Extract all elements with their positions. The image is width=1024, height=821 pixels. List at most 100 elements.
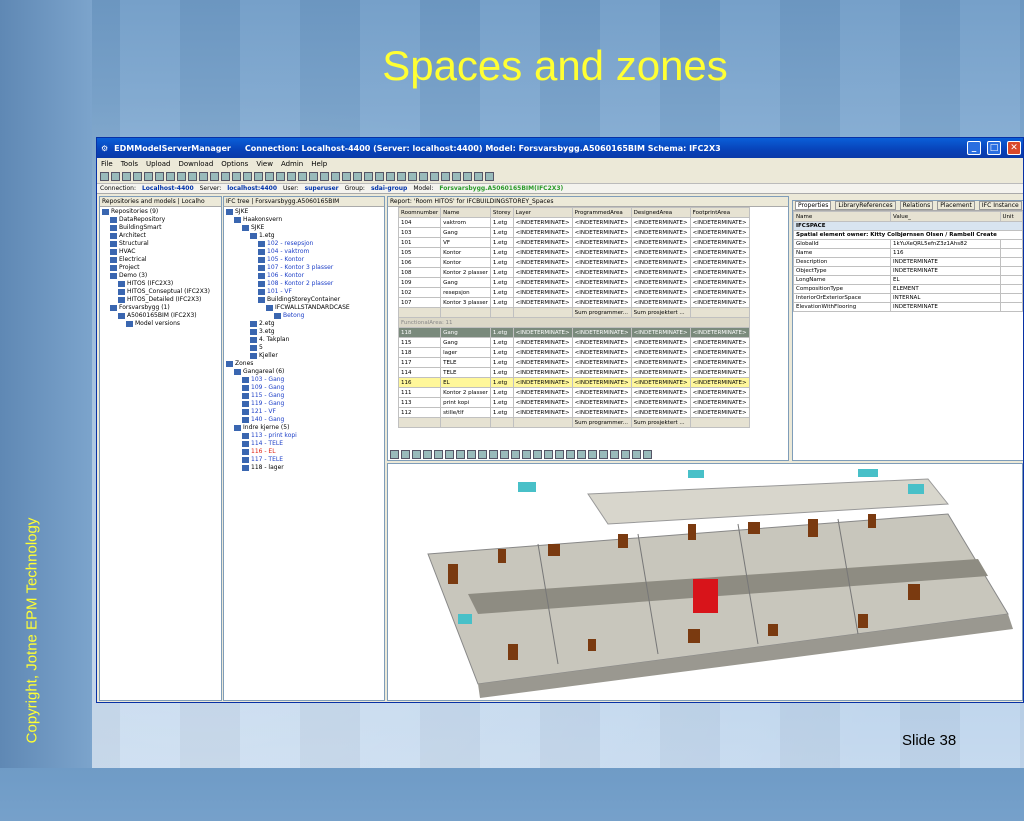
toolbar-button-icon[interactable] xyxy=(331,172,340,181)
minimize-button[interactable]: _ xyxy=(967,141,981,155)
view-tool-icon[interactable] xyxy=(632,450,641,459)
properties-tab[interactable]: Relations xyxy=(899,201,934,210)
tree-node[interactable]: SJKE xyxy=(226,224,382,232)
column-header[interactable]: Layer xyxy=(512,207,573,218)
view-tool-icon[interactable] xyxy=(456,450,465,459)
toolbar-button-icon[interactable] xyxy=(210,172,219,181)
property-row[interactable]: GlobalId 1kYuXeQRL5efnZ3z1Ahs82 xyxy=(793,239,1023,249)
toolbar-button-icon[interactable] xyxy=(276,172,285,181)
tree-node[interactable]: 4. Takplan xyxy=(226,336,382,344)
table-row[interactable]: 116 EL 1.etg <INDETERMINATE> <INDETERMINATE>… xyxy=(397,377,750,388)
tree-node[interactable]: IFCWALLSTANDARDCASE xyxy=(226,304,382,312)
property-row[interactable]: InteriorOrExteriorSpace INTERNAL xyxy=(793,293,1023,303)
tree-node[interactable]: HITOS (IFC2X3) xyxy=(102,280,219,288)
table-row[interactable]: 108 Kontor 2 plasser 1.etg <INDETERMINATE> <… xyxy=(397,267,750,278)
tree-node[interactable]: 102 - resepsjon xyxy=(226,240,382,248)
tree-node[interactable]: 116 - EL xyxy=(226,448,382,456)
view-tool-icon[interactable] xyxy=(467,450,476,459)
tree-node[interactable]: Model versions xyxy=(102,320,219,328)
3d-viewport[interactable] xyxy=(387,463,1023,701)
menu-view[interactable]: View xyxy=(256,160,273,168)
tree-node[interactable]: 1.etg xyxy=(226,232,382,240)
toolbar-button-icon[interactable] xyxy=(441,172,450,181)
view-tool-icon[interactable] xyxy=(401,450,410,459)
tree-node[interactable]: Indre kjerne (5) xyxy=(226,424,382,432)
toolbar-button-icon[interactable] xyxy=(155,172,164,181)
view-tool-icon[interactable] xyxy=(643,450,652,459)
table-row[interactable]: 118 lager 1.etg <INDETERMINATE> <INDETERMINA… xyxy=(397,347,750,358)
tree-node[interactable]: Electrical xyxy=(102,256,219,264)
toolbar-button-icon[interactable] xyxy=(342,172,351,181)
table-row[interactable]: 112 stille/tlf 1.etg <INDETERMINATE> <INDETE… xyxy=(397,407,750,418)
table-row[interactable]: 113 print kopi 1.etg <INDETERMINATE> <INDETE… xyxy=(397,397,750,408)
tree-node[interactable]: 140 - Gang xyxy=(226,416,382,424)
view-tool-icon[interactable] xyxy=(533,450,542,459)
tree-node[interactable]: HVAC xyxy=(102,248,219,256)
toolbar-button-icon[interactable] xyxy=(485,172,494,181)
tree-node[interactable]: 119 - Gang xyxy=(226,400,382,408)
tree-node[interactable]: A5060165BIM (IFC2X3) xyxy=(102,312,219,320)
tree-node[interactable]: HITOS_Detailed (IFC2X3) xyxy=(102,296,219,304)
column-header[interactable]: ProgrammedArea xyxy=(571,207,632,218)
table-row[interactable]: 105 Kontor 1.etg <INDETERMINATE> <INDETERMIN… xyxy=(397,247,750,258)
toolbar-button-icon[interactable] xyxy=(320,172,329,181)
tree-node[interactable]: 101 - VF xyxy=(226,288,382,296)
properties-tab[interactable]: Placement xyxy=(937,201,975,210)
property-row[interactable]: ElevationWithFlooring INDETERMINATE xyxy=(793,302,1023,312)
view-tool-icon[interactable] xyxy=(445,450,454,459)
column-header[interactable]: DesignedArea xyxy=(630,207,691,218)
view-tool-icon[interactable] xyxy=(412,450,421,459)
view-tool-icon[interactable] xyxy=(522,450,531,459)
column-header[interactable]: FootprintArea xyxy=(689,207,750,218)
tree-node[interactable]: Repositories (9) xyxy=(102,208,219,216)
maximize-button[interactable]: □ xyxy=(987,141,1001,155)
menu-help[interactable]: Help xyxy=(311,160,327,168)
view-tool-icon[interactable] xyxy=(478,450,487,459)
toolbar-button-icon[interactable] xyxy=(100,172,109,181)
column-header[interactable]: Storey xyxy=(489,207,514,218)
toolbar-button-icon[interactable] xyxy=(474,172,483,181)
toolbar-button-icon[interactable] xyxy=(408,172,417,181)
table-row[interactable]: 103 Gang 1.etg <INDETERMINATE> <INDETERMINAT… xyxy=(397,227,750,238)
view-tool-icon[interactable] xyxy=(588,450,597,459)
table-row[interactable]: 117 TELE 1.etg <INDETERMINATE> <INDETERMINAT… xyxy=(397,357,750,368)
tree-node[interactable]: 121 - VF xyxy=(226,408,382,416)
toolbar-button-icon[interactable] xyxy=(287,172,296,181)
tree-node[interactable]: Project xyxy=(102,264,219,272)
view-tool-icon[interactable] xyxy=(489,450,498,459)
column-header[interactable]: Roomnumber xyxy=(397,207,442,218)
toolbar-button-icon[interactable] xyxy=(177,172,186,181)
properties-tab[interactable]: Properties xyxy=(795,201,832,210)
toolbar-button-icon[interactable] xyxy=(353,172,362,181)
view-tool-icon[interactable] xyxy=(577,450,586,459)
toolbar-button-icon[interactable] xyxy=(133,172,142,181)
toolbar-button-icon[interactable] xyxy=(122,172,131,181)
prop-column-header[interactable]: Value_ xyxy=(890,211,1001,222)
tree-node[interactable]: Zones xyxy=(226,360,382,368)
tree-node[interactable]: 2.etg xyxy=(226,320,382,328)
view-tool-icon[interactable] xyxy=(555,450,564,459)
toolbar-button-icon[interactable] xyxy=(452,172,461,181)
tree-node[interactable]: Demo (3) xyxy=(102,272,219,280)
property-row[interactable]: Name 116 xyxy=(793,248,1023,258)
menu-file[interactable]: File xyxy=(101,160,113,168)
toolbar-button-icon[interactable] xyxy=(298,172,307,181)
tree-node[interactable]: 109 - Gang xyxy=(226,384,382,392)
toolbar-button-icon[interactable] xyxy=(364,172,373,181)
view-tool-icon[interactable] xyxy=(500,450,509,459)
tree-node[interactable]: 107 - Kontor 3 plasser xyxy=(226,264,382,272)
menu-options[interactable]: Options xyxy=(221,160,248,168)
table-row[interactable]: 111 Kontor 2 plasser 1.etg <INDETERMINATE> <… xyxy=(397,387,750,398)
menu-tools[interactable]: Tools xyxy=(121,160,138,168)
view-tool-icon[interactable] xyxy=(621,450,630,459)
tree-node[interactable]: 113 - print kopi xyxy=(226,432,382,440)
tree-node[interactable]: Structural xyxy=(102,240,219,248)
tree-node[interactable]: 104 - vaktrom xyxy=(226,248,382,256)
view-tool-icon[interactable] xyxy=(511,450,520,459)
view-tool-icon[interactable] xyxy=(610,450,619,459)
tree-node[interactable]: DataRepository xyxy=(102,216,219,224)
toolbar-button-icon[interactable] xyxy=(144,172,153,181)
property-row[interactable]: CompositionType ELEMENT xyxy=(793,284,1023,294)
view-tool-icon[interactable] xyxy=(566,450,575,459)
view-tool-icon[interactable] xyxy=(544,450,553,459)
